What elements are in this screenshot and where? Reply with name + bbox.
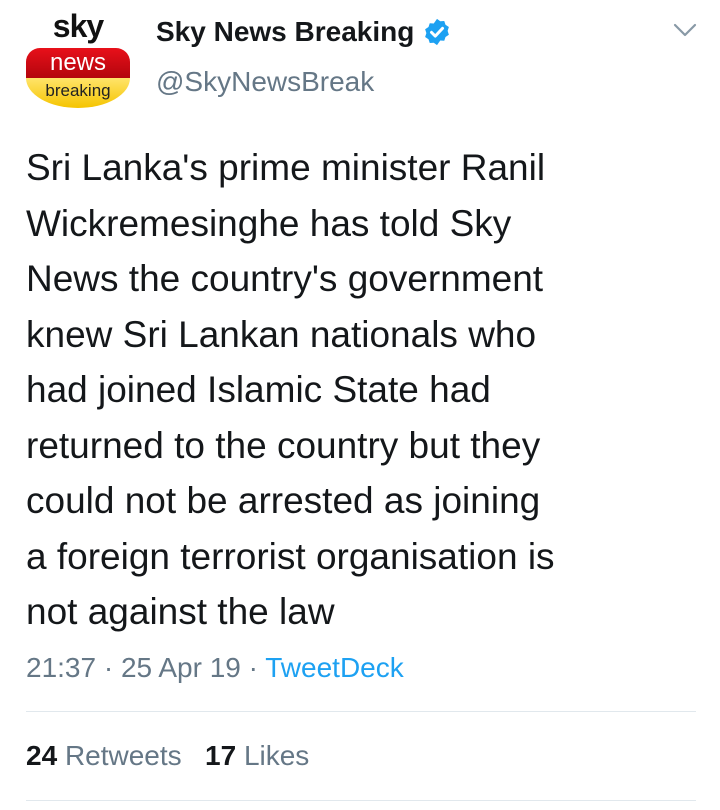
chevron-down-icon[interactable]	[672, 20, 698, 40]
tweet-text-line: could not be arrested as joining	[26, 480, 541, 521]
tweet-text: Sri Lanka's prime minister Ranil Wickrem…	[26, 140, 696, 640]
tweet-text-line: not against the law	[26, 591, 335, 632]
meta-separator: ·	[240, 652, 266, 683]
tweet-text-line: News the country's government	[26, 258, 544, 299]
avatar[interactable]: sky news breaking	[22, 8, 134, 108]
divider	[26, 800, 696, 801]
divider	[26, 711, 696, 712]
display-name-text: Sky News Breaking	[156, 16, 415, 47]
display-name[interactable]: Sky News Breaking	[156, 14, 452, 50]
tweet-text-line: Sri Lanka's prime minister Ranil	[26, 147, 546, 188]
user-handle[interactable]: @SkyNewsBreak	[156, 64, 374, 100]
avatar-sky-text: sky	[52, 8, 104, 44]
likes-count: 17	[205, 740, 237, 771]
avatar-news-text: news	[26, 48, 130, 78]
tweet-text-line: knew Sri Lankan nationals who	[26, 313, 537, 355]
tweet-date[interactable]: 25 Apr 19	[121, 652, 241, 683]
verified-badge-icon	[425, 18, 450, 46]
tweet-text-line: returned to the country but they	[26, 424, 541, 466]
avatar-breaking-text: breaking	[26, 78, 130, 108]
tweet-text-line: had joined Islamic State had	[26, 369, 491, 410]
tweet-meta: 21:37 · 25 Apr 19 · TweetDeck	[26, 648, 404, 688]
retweets-stat[interactable]: 24 Retweets	[26, 740, 182, 771]
retweets-label: Retweets	[64, 740, 182, 771]
retweets-count: 24	[26, 740, 58, 771]
tweet-source-link[interactable]: TweetDeck	[265, 652, 404, 683]
likes-label: Likes	[243, 740, 310, 771]
tweet-text-line: Wickremesinghe has told Sky	[26, 202, 512, 244]
tweet-time[interactable]: 21:37	[26, 652, 96, 683]
tweet-stats: 24 Retweets 17 Likes	[26, 736, 309, 776]
meta-separator: ·	[96, 652, 121, 683]
tweet-text-line: a foreign terrorist organisation is	[26, 535, 555, 577]
tweet-card: sky news breaking Sky News Breaking @Sky…	[0, 0, 720, 810]
likes-stat[interactable]: 17 Likes	[205, 740, 309, 771]
